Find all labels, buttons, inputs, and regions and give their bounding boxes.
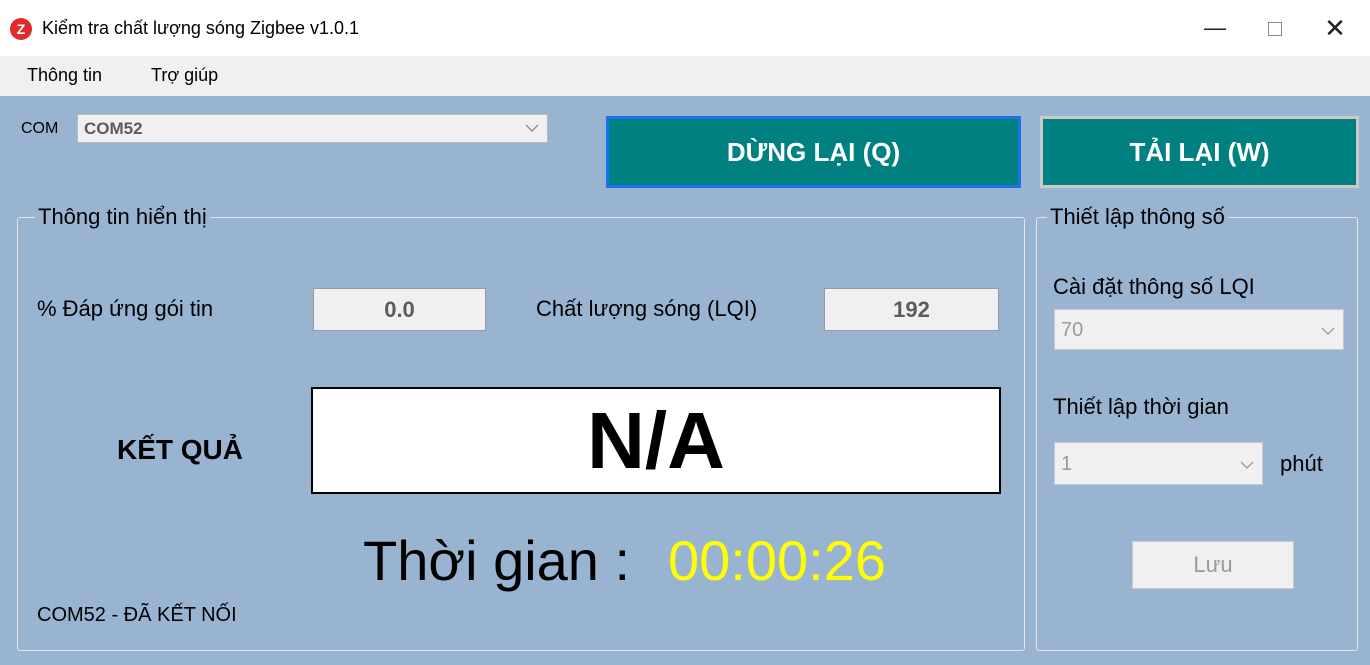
com-port-value: COM52 xyxy=(84,119,143,138)
lqi-setting-select[interactable]: 70 xyxy=(1054,309,1344,350)
settings-legend: Thiết lập thông số xyxy=(1047,204,1228,230)
time-setting-value: 1 xyxy=(1061,453,1073,475)
com-port-select[interactable]: COM52 xyxy=(77,114,548,143)
time-setting-label: Thiết lập thời gian xyxy=(1053,394,1229,419)
stop-button[interactable]: DỪNG LẠI (Q) xyxy=(606,116,1021,188)
time-setting-select[interactable]: 1 xyxy=(1054,442,1263,485)
com-label: COM xyxy=(21,120,59,137)
maximize-icon xyxy=(1268,22,1282,36)
minimize-icon: — xyxy=(1204,15,1226,40)
chevron-down-icon xyxy=(1240,461,1254,469)
lqi-setting-label: Cài đặt thông số LQI xyxy=(1053,274,1255,299)
zigbee-app-icon: Z xyxy=(10,18,32,40)
menu-bar: Thông tin Trợ giúp xyxy=(0,56,1370,96)
chevron-down-icon xyxy=(525,124,539,132)
display-info-legend: Thông tin hiển thị xyxy=(35,204,210,230)
minimize-button[interactable]: — xyxy=(1185,6,1245,50)
result-value: N/A xyxy=(311,387,1001,494)
lqi-setting-value: 70 xyxy=(1061,319,1084,341)
time-label: Thời gian : xyxy=(363,529,631,592)
connection-status: COM52 - ĐÃ KẾT NỐI xyxy=(37,604,237,626)
main-panel: COM COM52 DỪNG LẠI (Q) TẢI LẠI (W) Thông… xyxy=(0,96,1370,665)
close-button[interactable]: ✕ xyxy=(1305,6,1365,50)
packet-response-label: % Đáp ứng gói tin xyxy=(37,296,214,321)
title-bar: Z Kiểm tra chất lượng sóng Zigbee v1.0.1… xyxy=(0,0,1370,56)
time-value: 00:00:26 xyxy=(668,529,886,592)
reload-button[interactable]: TẢI LẠI (W) xyxy=(1040,116,1359,188)
maximize-button[interactable] xyxy=(1245,6,1305,50)
result-label: KẾT QUẢ xyxy=(117,434,243,465)
window-title: Kiểm tra chất lượng sóng Zigbee v1.0.1 xyxy=(42,18,360,38)
menu-item-tro-giup[interactable]: Trợ giúp xyxy=(151,65,218,86)
lqi-value: 192 xyxy=(824,288,999,331)
lqi-label: Chất lượng sóng (LQI) xyxy=(536,296,758,321)
close-icon: ✕ xyxy=(1324,13,1346,43)
chevron-down-icon xyxy=(1321,327,1335,335)
menu-item-thong-tin[interactable]: Thông tin xyxy=(27,65,102,86)
save-button[interactable]: Lưu xyxy=(1132,541,1294,589)
packet-response-value: 0.0 xyxy=(313,288,486,331)
time-unit-label: phút xyxy=(1280,451,1323,476)
